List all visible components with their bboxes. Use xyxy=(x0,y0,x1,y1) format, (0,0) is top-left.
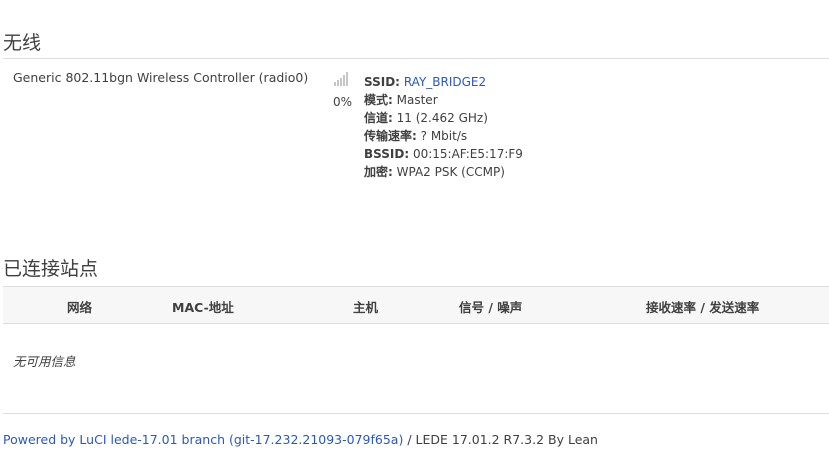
rate-label: 传输速率: xyxy=(364,129,417,143)
bssid-value: 00:15:AF:E5:17:F9 xyxy=(412,147,523,161)
encryption-label: 加密: xyxy=(364,165,393,179)
divider xyxy=(3,58,829,59)
device-name: Generic 802.11bgn Wireless Controller (r… xyxy=(13,70,309,85)
ssid-link[interactable]: RAY_BRIDGE2 xyxy=(404,75,486,89)
channel-label: 信道: xyxy=(364,111,393,125)
mode-label: 模式: xyxy=(364,93,393,107)
stations-table-header: 网络 MAC-地址 主机 信号 / 噪声 接收速率 / 发送速率 xyxy=(3,286,829,324)
column-header-rx-tx-rate: 接收速率 / 发送速率 xyxy=(646,300,760,315)
luci-link[interactable]: Powered by LuCI lede-17.01 branch (git-1… xyxy=(3,432,403,447)
column-header-signal-noise: 信号 / 噪声 xyxy=(459,300,523,315)
mode-value: Master xyxy=(396,93,438,107)
bssid-row: BSSID: 00:15:AF:E5:17:F9 xyxy=(364,145,523,163)
column-header-network: 网络 xyxy=(67,300,93,315)
ssid-row: SSID: RAY_BRIDGE2 xyxy=(364,73,523,91)
encryption-value: WPA2 PSK (CCMP) xyxy=(396,165,505,179)
signal-percent: 0% xyxy=(333,95,353,109)
footer-suffix: / LEDE 17.01.2 R7.3.2 By Lean xyxy=(403,432,598,447)
ssid-label: SSID: xyxy=(364,75,400,89)
channel-value: 11 (2.462 GHz) xyxy=(396,111,488,125)
bssid-label: BSSID: xyxy=(364,147,410,161)
empty-message: 无可用信息 xyxy=(13,354,76,369)
signal-bars-icon xyxy=(334,72,350,86)
encryption-row: 加密: WPA2 PSK (CCMP) xyxy=(364,163,523,181)
rate-row: 传输速率: ? Mbit/s xyxy=(364,127,523,145)
column-header-host: 主机 xyxy=(353,300,379,315)
divider xyxy=(3,413,829,414)
mode-row: 模式: Master xyxy=(364,91,523,109)
wireless-section-title: 无线 xyxy=(3,32,42,54)
column-header-mac: MAC-地址 xyxy=(172,300,234,315)
channel-row: 信道: 11 (2.462 GHz) xyxy=(364,109,523,127)
stations-section-title: 已连接站点 xyxy=(3,258,99,280)
footer: Powered by LuCI lede-17.01 branch (git-1… xyxy=(3,432,598,447)
wireless-info: SSID: RAY_BRIDGE2 模式: Master 信道: 11 (2.4… xyxy=(364,73,523,181)
rate-value: ? Mbit/s xyxy=(420,129,468,143)
